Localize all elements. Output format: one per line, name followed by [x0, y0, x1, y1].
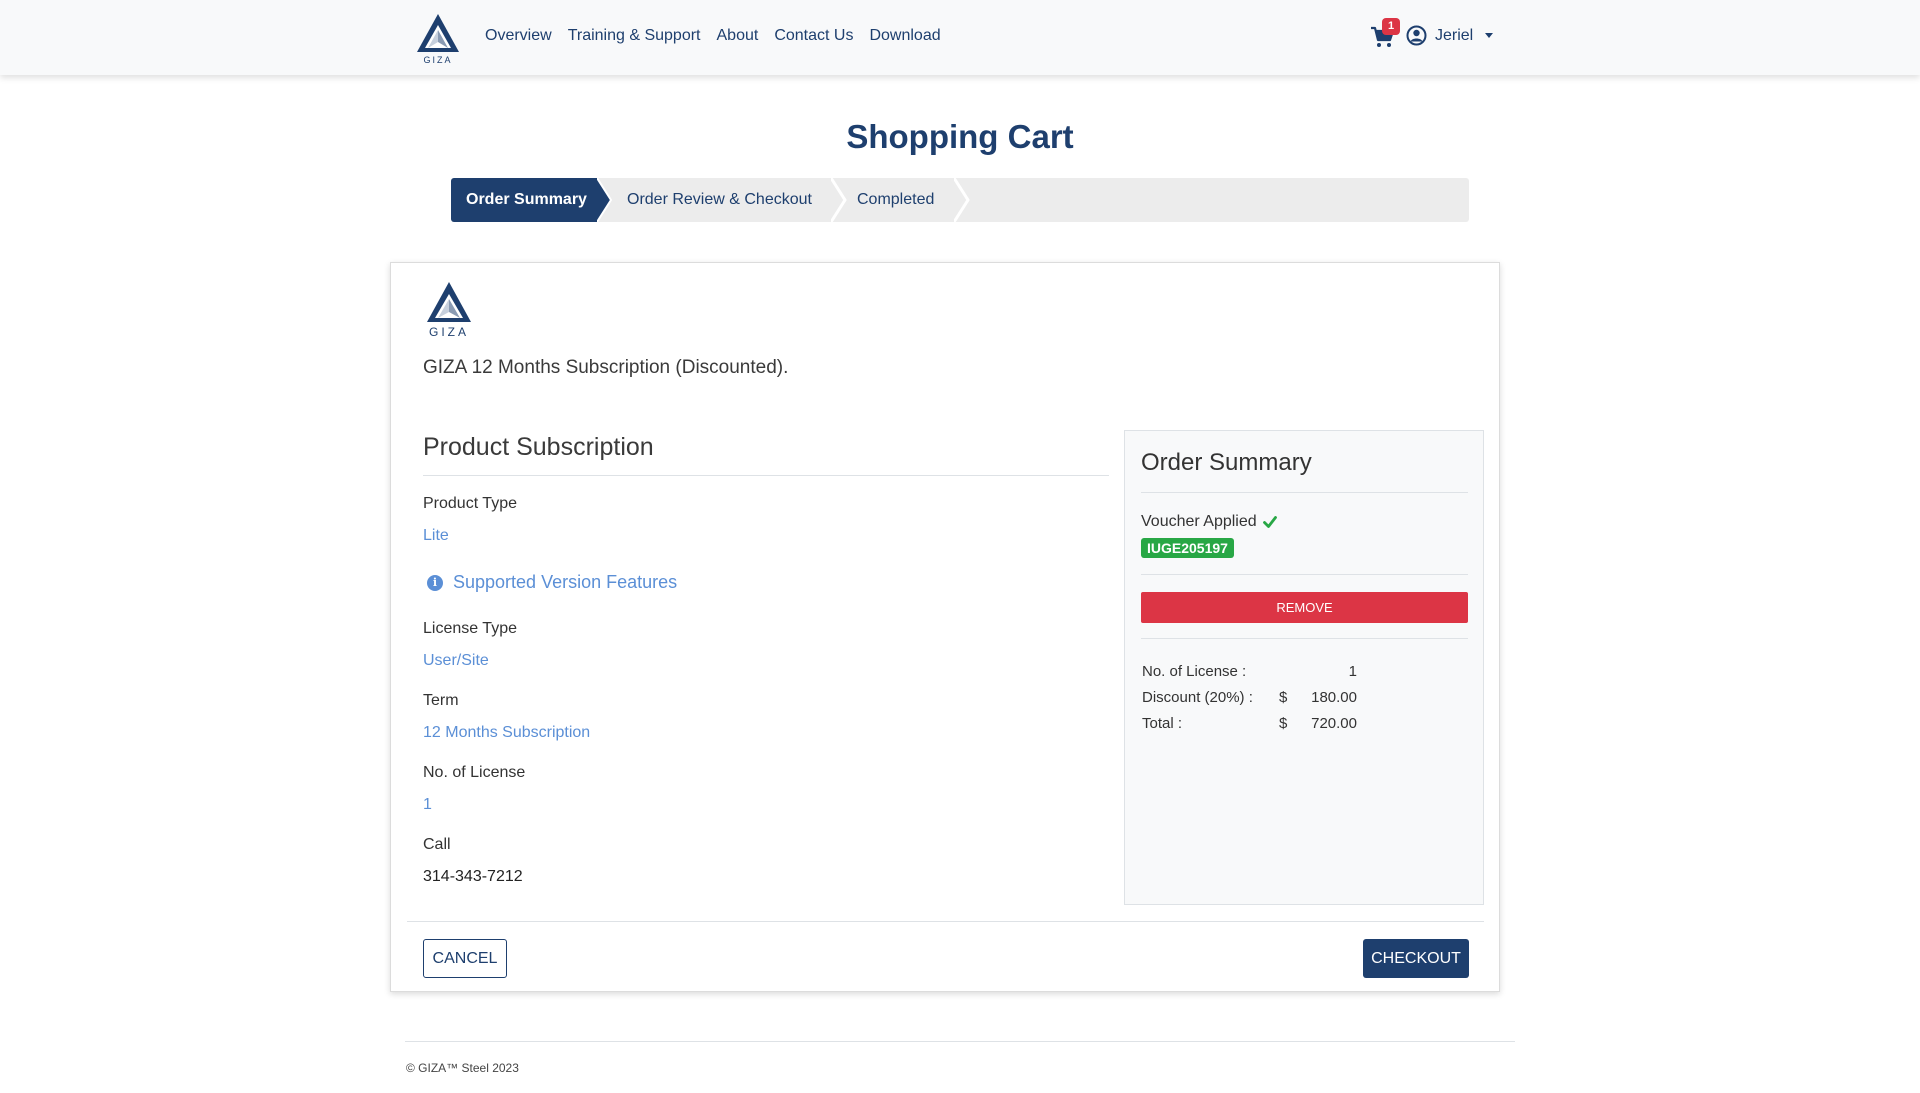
total-value: 720.00: [1311, 714, 1357, 732]
voucher-applied-label: Voucher Applied: [1141, 513, 1277, 531]
order-totals-table: No. of License : 1 Discount (20%) : $ 18…: [1142, 658, 1357, 736]
licenses-count-value: 1: [1348, 662, 1357, 680]
table-row: No. of License : 1: [1142, 658, 1357, 684]
section-title-product-subscription: Product Subscription: [423, 433, 654, 461]
step-order-summary[interactable]: Order Summary: [451, 178, 611, 222]
user-name: Jeriel: [1435, 26, 1474, 44]
page-title: Shopping Cart: [846, 118, 1074, 155]
voucher-code-badge: IUGE205197: [1141, 538, 1234, 558]
nav-link-contact-us[interactable]: Contact Us: [774, 27, 853, 45]
nav-link-about[interactable]: About: [717, 27, 759, 45]
divider: [423, 475, 1109, 476]
info-icon: i: [427, 574, 443, 591]
nav-link-overview[interactable]: Overview: [485, 27, 552, 45]
license-type-label: License Type: [423, 620, 517, 637]
step-separator-icon: [597, 178, 613, 222]
giza-logo-icon[interactable]: GIZA: [413, 12, 463, 64]
cart-item-card: GIZA GIZA 12 Months Subscription (Discou…: [390, 262, 1500, 992]
discount-value: 180.00: [1311, 688, 1357, 706]
remove-voucher-button[interactable]: REMOVE: [1141, 592, 1468, 623]
step-order-review-checkout[interactable]: Order Review & Checkout: [627, 178, 812, 222]
order-summary-panel: Order Summary Voucher Applied IUGE205197…: [1124, 430, 1484, 905]
copyright-text: © GIZA™ Steel 2023: [406, 1061, 519, 1075]
divider: [407, 921, 1484, 922]
top-navbar: GIZA Overview Training & Support About C…: [0, 0, 1920, 75]
user-avatar-icon: [1406, 25, 1427, 46]
currency-symbol: $: [1279, 688, 1288, 706]
voucher-applied-text: Voucher Applied: [1141, 513, 1257, 530]
currency-symbol: [1279, 658, 1297, 684]
nav-links: Overview Training & Support About Contac…: [485, 27, 941, 45]
term-value: 12 Months Subscription: [423, 724, 591, 741]
licenses-label: No. of License: [423, 764, 526, 781]
divider: [1141, 574, 1468, 575]
step-separator-icon: [954, 178, 970, 222]
chevron-down-icon: [1485, 33, 1494, 38]
checkout-stepper: Order Summary Order Review & Checkout Co…: [451, 178, 1469, 222]
table-row: Total : $ 720.00: [1142, 710, 1357, 736]
order-summary-title: Order Summary: [1141, 449, 1312, 476]
license-type-value: User/Site: [423, 652, 489, 669]
checkout-button[interactable]: CHECKOUT: [1363, 939, 1469, 978]
call-label: Call: [423, 836, 451, 853]
svg-text:GIZA: GIZA: [429, 325, 469, 338]
step-separator-icon: [831, 178, 847, 222]
nav-link-download[interactable]: Download: [869, 27, 940, 45]
user-menu-dropdown[interactable]: Jeriel: [1406, 25, 1494, 46]
table-row: Discount (20%) : $ 180.00: [1142, 684, 1357, 710]
product-type-value: Lite: [423, 527, 449, 544]
currency-symbol: $: [1279, 714, 1288, 732]
total-label: Total :: [1142, 714, 1183, 732]
step-completed[interactable]: Completed: [857, 178, 934, 222]
licenses-count-label: No. of License :: [1142, 662, 1247, 680]
nav-link-training-support[interactable]: Training & Support: [568, 27, 701, 45]
cancel-button[interactable]: CANCEL: [423, 939, 507, 978]
term-label: Term: [423, 692, 459, 709]
check-icon: [1262, 516, 1277, 528]
product-type-label: Product Type: [423, 495, 517, 512]
divider: [1141, 492, 1468, 493]
svg-text:GIZA: GIZA: [423, 55, 452, 64]
call-phone-number: 314-343-7212: [423, 868, 523, 885]
product-name: GIZA 12 Months Subscription (Discounted)…: [423, 357, 789, 378]
footer-divider: [405, 1041, 1515, 1042]
product-logo-icon: GIZA: [427, 282, 471, 338]
cart-count-badge: 1: [1382, 18, 1400, 35]
discount-label: Discount (20%) :: [1142, 688, 1253, 706]
supported-version-features-link[interactable]: i Supported Version Features: [427, 572, 677, 593]
features-link-label: Supported Version Features: [453, 572, 678, 592]
divider: [1141, 638, 1468, 639]
licenses-value: 1: [423, 796, 432, 813]
